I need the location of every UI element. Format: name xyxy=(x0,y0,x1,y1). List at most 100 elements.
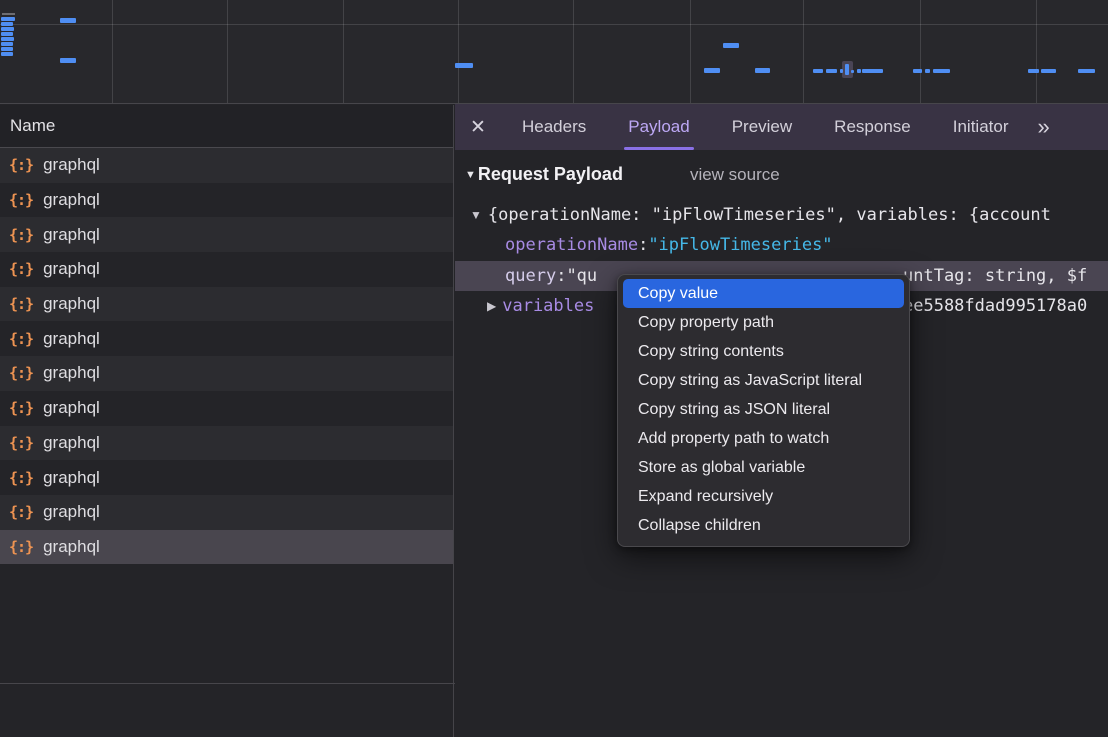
details-tab-bar: ✕ Headers Payload Preview Response Initi… xyxy=(455,104,1108,150)
request-name: graphql xyxy=(43,259,100,279)
context-menu-item[interactable]: Copy string contents xyxy=(623,337,904,366)
menu-item-label: Copy string as JavaScript literal xyxy=(638,372,862,390)
request-timing-bar[interactable] xyxy=(723,43,739,48)
request-timing-bar[interactable] xyxy=(845,64,849,75)
request-timing-bar[interactable] xyxy=(1,27,14,31)
payload-root-node[interactable]: ▼ {operationName: "ipFlowTimeseries", va… xyxy=(455,200,1108,230)
grid-line xyxy=(690,0,691,103)
details-tab[interactable]: Response xyxy=(813,104,932,150)
json-braces-icon: {:} xyxy=(9,434,33,452)
request-timing-bar[interactable] xyxy=(1028,69,1039,73)
view-source-link[interactable]: view source xyxy=(690,165,780,185)
grid-line xyxy=(112,0,113,103)
context-menu-item[interactable]: Copy value xyxy=(623,279,904,308)
context-menu: Copy value Copy property path Copy strin… xyxy=(617,274,910,547)
details-tab[interactable]: Initiator xyxy=(932,104,1030,150)
request-row-graphql[interactable]: {:} graphql xyxy=(0,530,453,565)
grid-line xyxy=(573,0,574,103)
request-timing-bar[interactable] xyxy=(1,37,14,41)
request-row-graphql[interactable]: {:} graphql xyxy=(0,426,453,461)
grid-line xyxy=(343,0,344,103)
request-row-graphql[interactable]: {:} graphql xyxy=(0,252,453,287)
context-menu-item[interactable]: Store as global variable xyxy=(623,453,904,482)
grid-line xyxy=(920,0,921,103)
json-braces-icon: {:} xyxy=(9,156,33,174)
request-row-graphql[interactable]: {:} graphql xyxy=(0,460,453,495)
request-rows: {:} graphql {:} graphql {:} graphql {:} … xyxy=(0,148,453,564)
query-value-tail: untTag: string, $f xyxy=(903,266,1087,286)
request-timing-bar[interactable] xyxy=(1078,69,1095,73)
request-timing-bar[interactable] xyxy=(933,69,950,73)
json-braces-icon: {:} xyxy=(9,538,33,556)
grid-line xyxy=(1036,0,1037,103)
variables-value-tail: ee5588fdad995178a0 xyxy=(903,296,1087,316)
menu-item-label: Collapse children xyxy=(638,517,761,535)
json-braces-icon: {:} xyxy=(9,260,33,278)
property-value-start: "qu xyxy=(566,266,597,286)
expanded-triangle-icon[interactable]: ▼ xyxy=(470,208,482,222)
request-row-graphql[interactable]: {:} graphql xyxy=(0,356,453,391)
menu-item-label: Store as global variable xyxy=(638,459,805,477)
request-timing-bar[interactable] xyxy=(1,22,13,26)
details-tabs: Headers Payload Preview Response Initiat… xyxy=(501,104,1029,150)
context-menu-item[interactable]: Expand recursively xyxy=(623,482,904,511)
request-timing-bar[interactable] xyxy=(60,58,76,63)
devtools-network-panel: Name {:} graphql {:} graphql {:} graphql… xyxy=(0,0,1108,737)
request-timing-bar[interactable] xyxy=(862,69,883,73)
name-column-header[interactable]: Name xyxy=(0,105,453,148)
request-timing-bar[interactable] xyxy=(840,69,843,73)
request-timing-bar[interactable] xyxy=(851,70,854,73)
request-name: graphql xyxy=(43,294,100,314)
network-overview-timeline[interactable] xyxy=(0,0,1108,104)
request-row-graphql[interactable]: {:} graphql xyxy=(0,148,453,183)
request-row-graphql[interactable]: {:} graphql xyxy=(0,217,453,252)
request-row-graphql[interactable]: {:} graphql xyxy=(0,495,453,530)
request-name: graphql xyxy=(43,433,100,453)
request-timing-bar[interactable] xyxy=(60,18,76,23)
request-timing-bar[interactable] xyxy=(1,47,13,51)
context-menu-item[interactable]: Copy string as JSON literal xyxy=(623,395,904,424)
context-menu-item[interactable]: Add property path to watch xyxy=(623,424,904,453)
key-separator: : xyxy=(556,266,566,286)
request-row-graphql[interactable]: {:} graphql xyxy=(0,287,453,322)
request-timing-bar[interactable] xyxy=(1,32,13,36)
request-timing-bar[interactable] xyxy=(1,42,13,46)
request-row-graphql[interactable]: {:} graphql xyxy=(0,391,453,426)
json-braces-icon: {:} xyxy=(9,191,33,209)
json-braces-icon: {:} xyxy=(9,295,33,313)
request-timing-bar[interactable] xyxy=(455,63,473,68)
more-tabs-chevron-icon[interactable]: » xyxy=(1037,114,1049,140)
collapsed-triangle-icon[interactable]: ▶ xyxy=(487,299,496,313)
request-timing-bar[interactable] xyxy=(857,69,861,73)
request-timing-bar[interactable] xyxy=(925,69,930,73)
operation-name-property[interactable]: operationName: "ipFlowTimeseries" xyxy=(455,230,1108,260)
close-icon[interactable]: ✕ xyxy=(455,116,501,139)
request-timing-bar[interactable] xyxy=(1,17,15,21)
request-name: graphql xyxy=(43,468,100,488)
grid-line xyxy=(803,0,804,103)
context-menu-item[interactable]: Collapse children xyxy=(623,511,904,540)
request-timing-bar[interactable] xyxy=(1041,69,1056,73)
request-timing-bar[interactable] xyxy=(755,68,770,73)
details-tab[interactable]: Headers xyxy=(501,104,607,150)
menu-item-label: Copy string contents xyxy=(638,343,784,361)
context-menu-item[interactable]: Copy string as JavaScript literal xyxy=(623,366,904,395)
request-timing-bar[interactable] xyxy=(913,69,922,73)
details-tab[interactable]: Payload xyxy=(607,104,710,150)
request-row-graphql[interactable]: {:} graphql xyxy=(0,183,453,218)
request-name: graphql xyxy=(43,502,100,522)
grid-line xyxy=(458,0,459,103)
details-tab[interactable]: Preview xyxy=(711,104,813,150)
context-menu-item[interactable]: Copy property path xyxy=(623,308,904,337)
request-timing-bar[interactable] xyxy=(704,68,720,73)
request-name: graphql xyxy=(43,363,100,383)
json-braces-icon: {:} xyxy=(9,503,33,521)
request-timing-bar[interactable] xyxy=(1,52,13,56)
tab-label: Headers xyxy=(522,117,586,137)
property-key: variables xyxy=(502,296,594,316)
request-name: graphql xyxy=(43,155,100,175)
request-row-graphql[interactable]: {:} graphql xyxy=(0,321,453,356)
collapse-triangle-icon[interactable]: ▼ xyxy=(465,169,476,181)
request-timing-bar[interactable] xyxy=(813,69,823,73)
request-timing-bar[interactable] xyxy=(826,69,837,73)
